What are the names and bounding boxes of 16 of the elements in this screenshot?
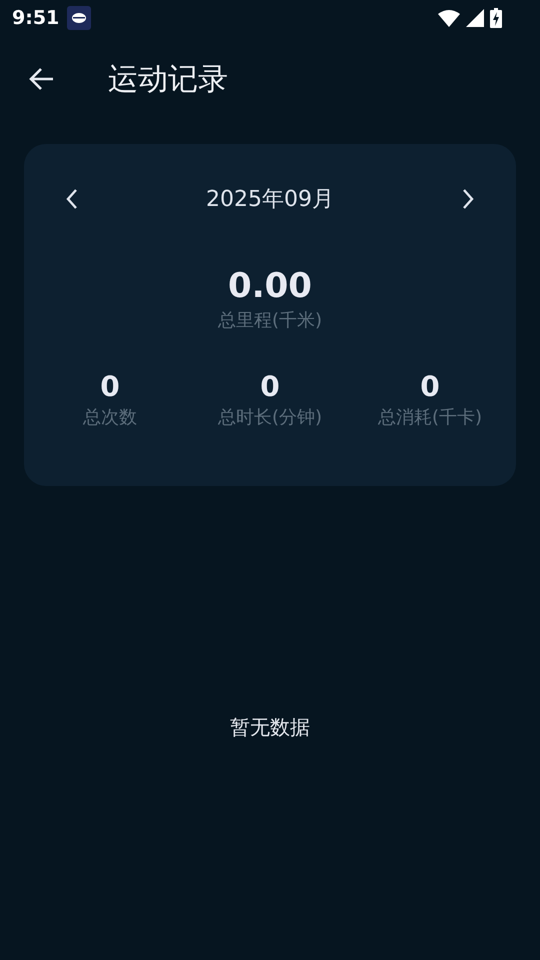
wifi-icon [438, 9, 460, 27]
stat-value: 0 [100, 370, 120, 403]
battery-icon [490, 8, 502, 28]
empty-message: 暂无数据 [229, 714, 311, 741]
status-time: 9:51 [12, 7, 60, 29]
stat-value: 0 [420, 370, 440, 403]
signal-icon [466, 9, 484, 27]
month-label: 2025年09月 [205, 186, 335, 214]
page-title: 运动记录 [108, 60, 228, 98]
distance-value: 0.00 [228, 266, 312, 306]
stat-value: 0 [260, 370, 280, 403]
app-notification-icon [67, 6, 92, 30]
stat-label: 总消耗(千卡) [378, 406, 482, 429]
stat-label: 总次数 [83, 406, 137, 429]
stat-label: 总时长(分钟) [218, 406, 322, 429]
distance-label: 总里程(千米) [218, 309, 322, 332]
